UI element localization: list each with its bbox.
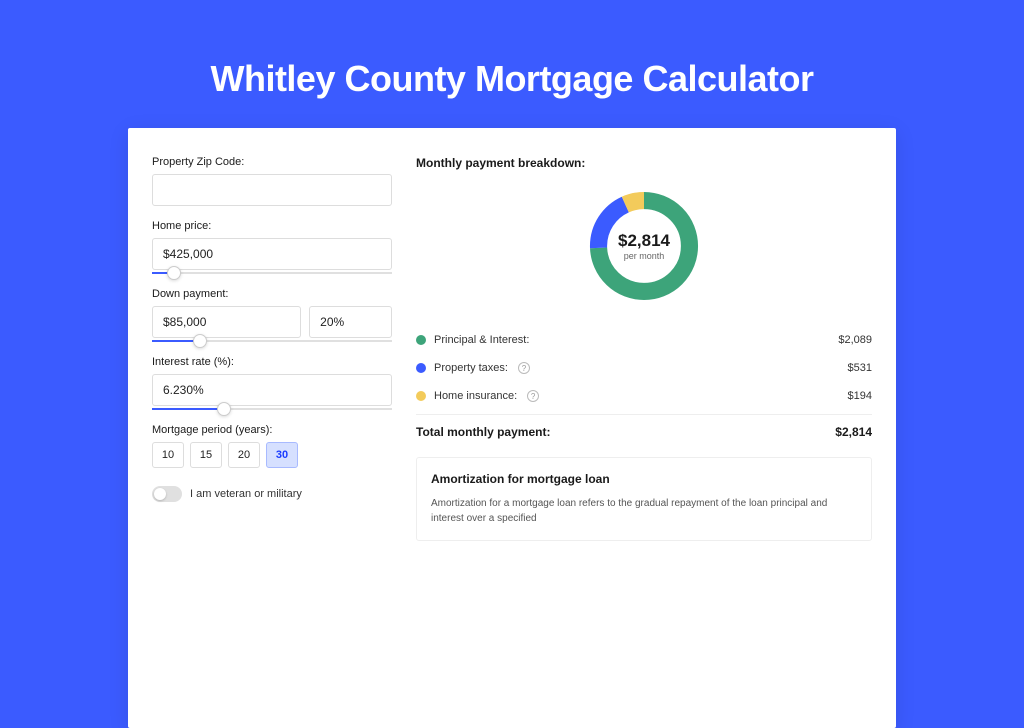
form-column: Property Zip Code: Home price: Down paym… — [152, 156, 392, 700]
legend-label-principal: Principal & Interest: — [434, 334, 529, 346]
home-price-slider[interactable] — [152, 272, 392, 274]
zip-input[interactable] — [152, 174, 392, 206]
interest-rate-field: Interest rate (%): — [152, 356, 392, 410]
donut-chart: $2,814 per month — [584, 186, 704, 306]
info-icon[interactable]: ? — [518, 362, 530, 374]
zip-field: Property Zip Code: — [152, 156, 392, 206]
slider-thumb[interactable] — [217, 402, 231, 416]
period-button-20[interactable]: 20 — [228, 442, 260, 468]
down-payment-slider[interactable] — [152, 340, 392, 342]
veteran-row: I am veteran or military — [152, 486, 392, 502]
legend-label-insurance: Home insurance: — [434, 390, 517, 402]
legend-value-taxes: $531 — [848, 362, 872, 374]
legend-row-principal: Principal & Interest: $2,089 — [416, 326, 872, 354]
down-payment-percent-input[interactable] — [309, 306, 392, 338]
home-price-label: Home price: — [152, 220, 392, 232]
breakdown-title: Monthly payment breakdown: — [416, 156, 872, 170]
zip-label: Property Zip Code: — [152, 156, 392, 168]
legend-dot-principal — [416, 335, 426, 345]
donut-container: $2,814 per month — [416, 186, 872, 306]
down-payment-label: Down payment: — [152, 288, 392, 300]
down-payment-amount-input[interactable] — [152, 306, 301, 338]
interest-rate-label: Interest rate (%): — [152, 356, 392, 368]
donut-amount: $2,814 — [618, 231, 670, 251]
legend-left: Principal & Interest: — [416, 334, 529, 346]
amortization-card: Amortization for mortgage loan Amortizat… — [416, 457, 872, 541]
amortization-text: Amortization for a mortgage loan refers … — [431, 496, 857, 526]
total-row: Total monthly payment: $2,814 — [416, 414, 872, 439]
period-options: 10152030 — [152, 442, 392, 468]
period-button-15[interactable]: 15 — [190, 442, 222, 468]
amortization-title: Amortization for mortgage loan — [431, 472, 857, 486]
veteran-label: I am veteran or military — [190, 488, 302, 500]
donut-center: $2,814 per month — [584, 186, 704, 306]
interest-rate-input[interactable] — [152, 374, 392, 406]
legend-label-taxes: Property taxes: — [434, 362, 508, 374]
legend-left: Home insurance:? — [416, 390, 539, 402]
legend-dot-taxes — [416, 363, 426, 373]
home-price-field: Home price: — [152, 220, 392, 274]
mortgage-period-label: Mortgage period (years): — [152, 424, 392, 436]
legend-left: Property taxes:? — [416, 362, 530, 374]
veteran-toggle[interactable] — [152, 486, 182, 502]
interest-rate-slider[interactable] — [152, 408, 392, 410]
page-title: Whitley County Mortgage Calculator — [0, 0, 1024, 130]
calculator-card: Property Zip Code: Home price: Down paym… — [128, 128, 896, 728]
legend-list: Principal & Interest: $2,089 Property taxe… — [416, 326, 872, 410]
mortgage-period-field: Mortgage period (years): 10152030 — [152, 424, 392, 468]
period-button-10[interactable]: 10 — [152, 442, 184, 468]
legend-value-principal: $2,089 — [838, 334, 872, 346]
home-price-input[interactable] — [152, 238, 392, 270]
legend-row-insurance: Home insurance:? $194 — [416, 382, 872, 410]
legend-row-taxes: Property taxes:? $531 — [416, 354, 872, 382]
info-icon[interactable]: ? — [527, 390, 539, 402]
period-button-30[interactable]: 30 — [266, 442, 298, 468]
slider-thumb[interactable] — [193, 334, 207, 348]
down-payment-field: Down payment: — [152, 288, 392, 342]
slider-thumb[interactable] — [167, 266, 181, 280]
total-value: $2,814 — [835, 425, 872, 439]
legend-value-insurance: $194 — [848, 390, 872, 402]
total-label: Total monthly payment: — [416, 425, 550, 439]
legend-dot-insurance — [416, 391, 426, 401]
results-column: Monthly payment breakdown: $2,814 per mo… — [416, 156, 872, 700]
donut-sub: per month — [624, 251, 665, 261]
